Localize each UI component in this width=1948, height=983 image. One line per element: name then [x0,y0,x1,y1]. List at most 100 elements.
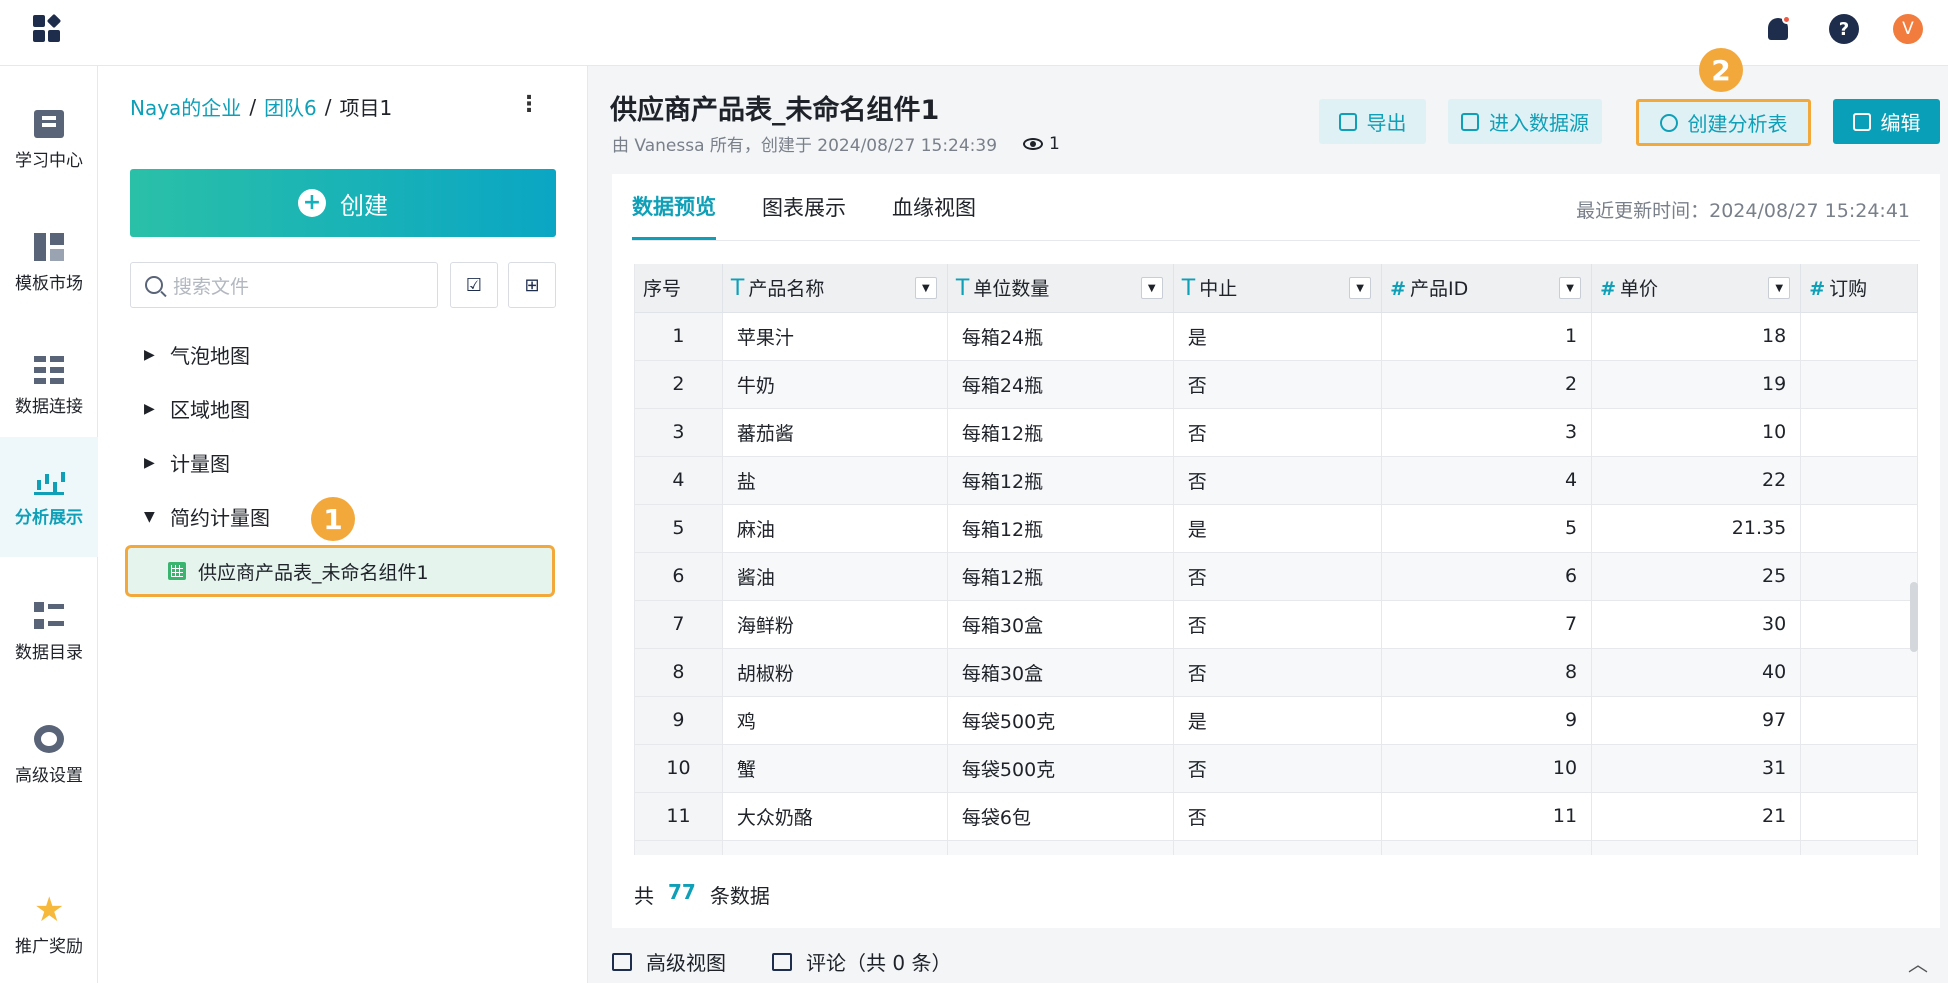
edit-button[interactable]: 编辑 [1833,99,1940,144]
dropdown-icon[interactable]: ▼ [1349,277,1372,299]
comments-toggle[interactable]: 评论（共 0 条） [772,947,951,976]
table-row[interactable]: 2 牛奶 每箱24瓶否 2 19 [635,360,1918,409]
help-icon[interactable]: ? [1829,14,1859,44]
nav-item-data-connection[interactable]: 数据连接 [0,326,98,446]
nav-item-learning-center[interactable]: 学习中心 [0,80,98,200]
table-row[interactable]: 10 蟹每袋500克否 10 31 [635,744,1918,793]
export-label: 导出 [1366,111,1407,135]
table-cell: 每箱30盒 [947,600,1174,649]
nav-item-advanced-settings[interactable]: 高级设置 [0,695,98,815]
column-header-product-name[interactable]: T 产品名称 ▼ [722,264,948,313]
export-icon [1338,112,1357,131]
create-analysis-label: 创建分析表 [1687,112,1788,136]
nav-item-referral-rewards[interactable]: ★ 推广奖励 [0,866,98,983]
nav-item-analysis[interactable]: 分析展示 [0,437,98,557]
table-cell [1800,312,1918,361]
tree-folder-region-map[interactable]: ▶ 区域地图 [144,394,250,423]
app-grid-icon[interactable] [33,13,62,43]
table-row[interactable]: 3 蕃茄酱 每箱12瓶否 3 10 [635,408,1918,457]
more-options-icon[interactable]: ⋮ [518,92,540,117]
gear-icon [34,724,64,753]
table-row[interactable]: 5 麻油 每箱12瓶是 5 21.35 [635,504,1918,553]
table-cell: 否 [1173,840,1383,855]
table-cell: 每箱30盒 [947,648,1174,697]
table-row[interactable]: 9 鸡每袋500克是 9 97 [635,696,1918,745]
tab-lineage-view[interactable]: 血缘视图 [892,174,976,240]
table-cell: 每袋500克 [947,696,1174,745]
table-cell: 31 [1591,744,1802,793]
table-cell: 8 [1381,648,1593,697]
comment-icon [772,952,792,971]
dropdown-icon[interactable]: ▼ [1768,277,1791,299]
view-count-value: 1 [1049,133,1060,154]
text-type-icon: T [1181,276,1196,302]
breadcrumb-org[interactable]: Naya的企业 [130,92,241,121]
dropdown-icon[interactable]: ▼ [1140,277,1163,299]
column-header-discontinued[interactable]: T 中止 ▼ [1173,264,1383,313]
export-button[interactable]: 导出 [1319,99,1426,144]
table-cell: 12 [635,840,723,855]
edit-label: 编辑 [1880,111,1921,135]
breadcrumb-project: 项目1 [339,96,393,120]
advanced-view-icon [612,952,632,971]
enter-datasource-button[interactable]: 进入数据源 [1448,99,1602,144]
caret-down-icon: ▼ [144,508,155,525]
column-header-product-id[interactable]: # 产品ID ▼ [1381,264,1593,313]
table-row[interactable]: 6 酱油 每箱12瓶否 6 25 [635,552,1918,601]
chevron-up-icon[interactable]: ︿ [1908,948,1928,977]
table-cell: 4 [1381,456,1593,505]
table-header-row: 序号 T 产品名称 ▼ T 单位数量 ▼ T 中止 ▼ # 产品ID ▼ # 单价 ▼ # 订购 [635,264,1918,313]
tab-chart-display[interactable]: 图表展示 [762,174,846,240]
dropdown-icon[interactable]: ▼ [1559,277,1582,299]
bottom-bar: 高级视图 评论（共 0 条） ︿ [612,940,1948,983]
tree-folder-bubble-map[interactable]: ▶ 气泡地图 [144,340,250,369]
new-folder-button[interactable]: ⊞ [508,262,556,308]
advanced-view-toggle[interactable]: 高级视图 [612,947,726,976]
table-row[interactable]: 4 盐每箱12瓶否 4 22 [635,456,1918,505]
notification-bell-icon[interactable] [1763,14,1793,44]
table-row[interactable]: 1 苹果汁 每箱24瓶是 1 18 [635,312,1918,361]
dropdown-icon[interactable]: ▼ [914,277,937,299]
table-file-icon [168,562,186,580]
vertical-scrollbar[interactable] [1910,582,1918,652]
table-cell: 是 [1173,504,1383,553]
table-cell: 酱油 [722,552,948,601]
table-row[interactable]: 7 海鲜粉 每箱30盒否 7 30 [635,600,1918,649]
table-cell: 6 [635,552,723,601]
table-cell: 5 [1381,504,1593,553]
table-row[interactable]: 11 大众奶酪 每袋6包否 11 21 [635,792,1918,841]
table-cell: 11 [1381,792,1593,841]
column-header-unit-price[interactable]: # 单价 ▼ [1591,264,1802,313]
selected-file-item[interactable]: 供应商产品表_未命名组件1 [125,545,555,597]
star-icon: ★ [34,889,65,930]
table-cell: 否 [1173,744,1383,793]
table-cell: 38 [1591,840,1802,855]
data-table: 序号 T 产品名称 ▼ T 单位数量 ▼ T 中止 ▼ # 产品ID ▼ # 单价 ▼ # 订购 1苹… [635,264,1918,855]
create-analysis-button[interactable]: 创建分析表 [1636,99,1811,146]
table-row[interactable]: 8 胡椒粉 每箱30盒否 8 40 [635,648,1918,697]
table-cell: 德国奶酪 [722,840,948,855]
column-header-unit-quantity[interactable]: T 单位数量 ▼ [947,264,1174,313]
table-cell: 12 [1381,840,1593,855]
batch-select-button[interactable]: ☑ [450,262,498,308]
data-preview-card: 数据预览 图表展示 血缘视图 最近更新时间：2024/08/27 15:24:4… [612,174,1940,928]
column-header-order[interactable]: # 订购 [1800,264,1918,313]
tree-folder-simple-gauge[interactable]: ▼ 简约计量图 [144,502,270,531]
catalog-icon [34,601,64,630]
tree-folder-gauge[interactable]: ▶ 计量图 [144,448,230,477]
avatar[interactable]: V [1893,14,1923,44]
table-row[interactable]: 12德国奶酪每箱12瓶否1238 [635,840,1918,855]
tab-data-preview[interactable]: 数据预览 [632,174,716,240]
checkbox-icon: ☑ [465,274,483,296]
table-cell: 鸡 [722,696,948,745]
nav-item-data-catalog[interactable]: 数据目录 [0,572,98,692]
breadcrumb-separator: / [324,94,332,119]
create-button[interactable]: + 创建 [130,169,556,237]
nav-item-template-market[interactable]: 模板市场 [0,203,98,323]
table-cell: 1 [635,312,723,361]
text-type-icon: T [730,276,745,302]
tree-label: 简约计量图 [170,506,270,530]
table-cell: 2 [1381,360,1593,409]
search-input[interactable]: 搜索文件 [130,262,438,308]
breadcrumb-team[interactable]: 团队6 [264,92,317,121]
